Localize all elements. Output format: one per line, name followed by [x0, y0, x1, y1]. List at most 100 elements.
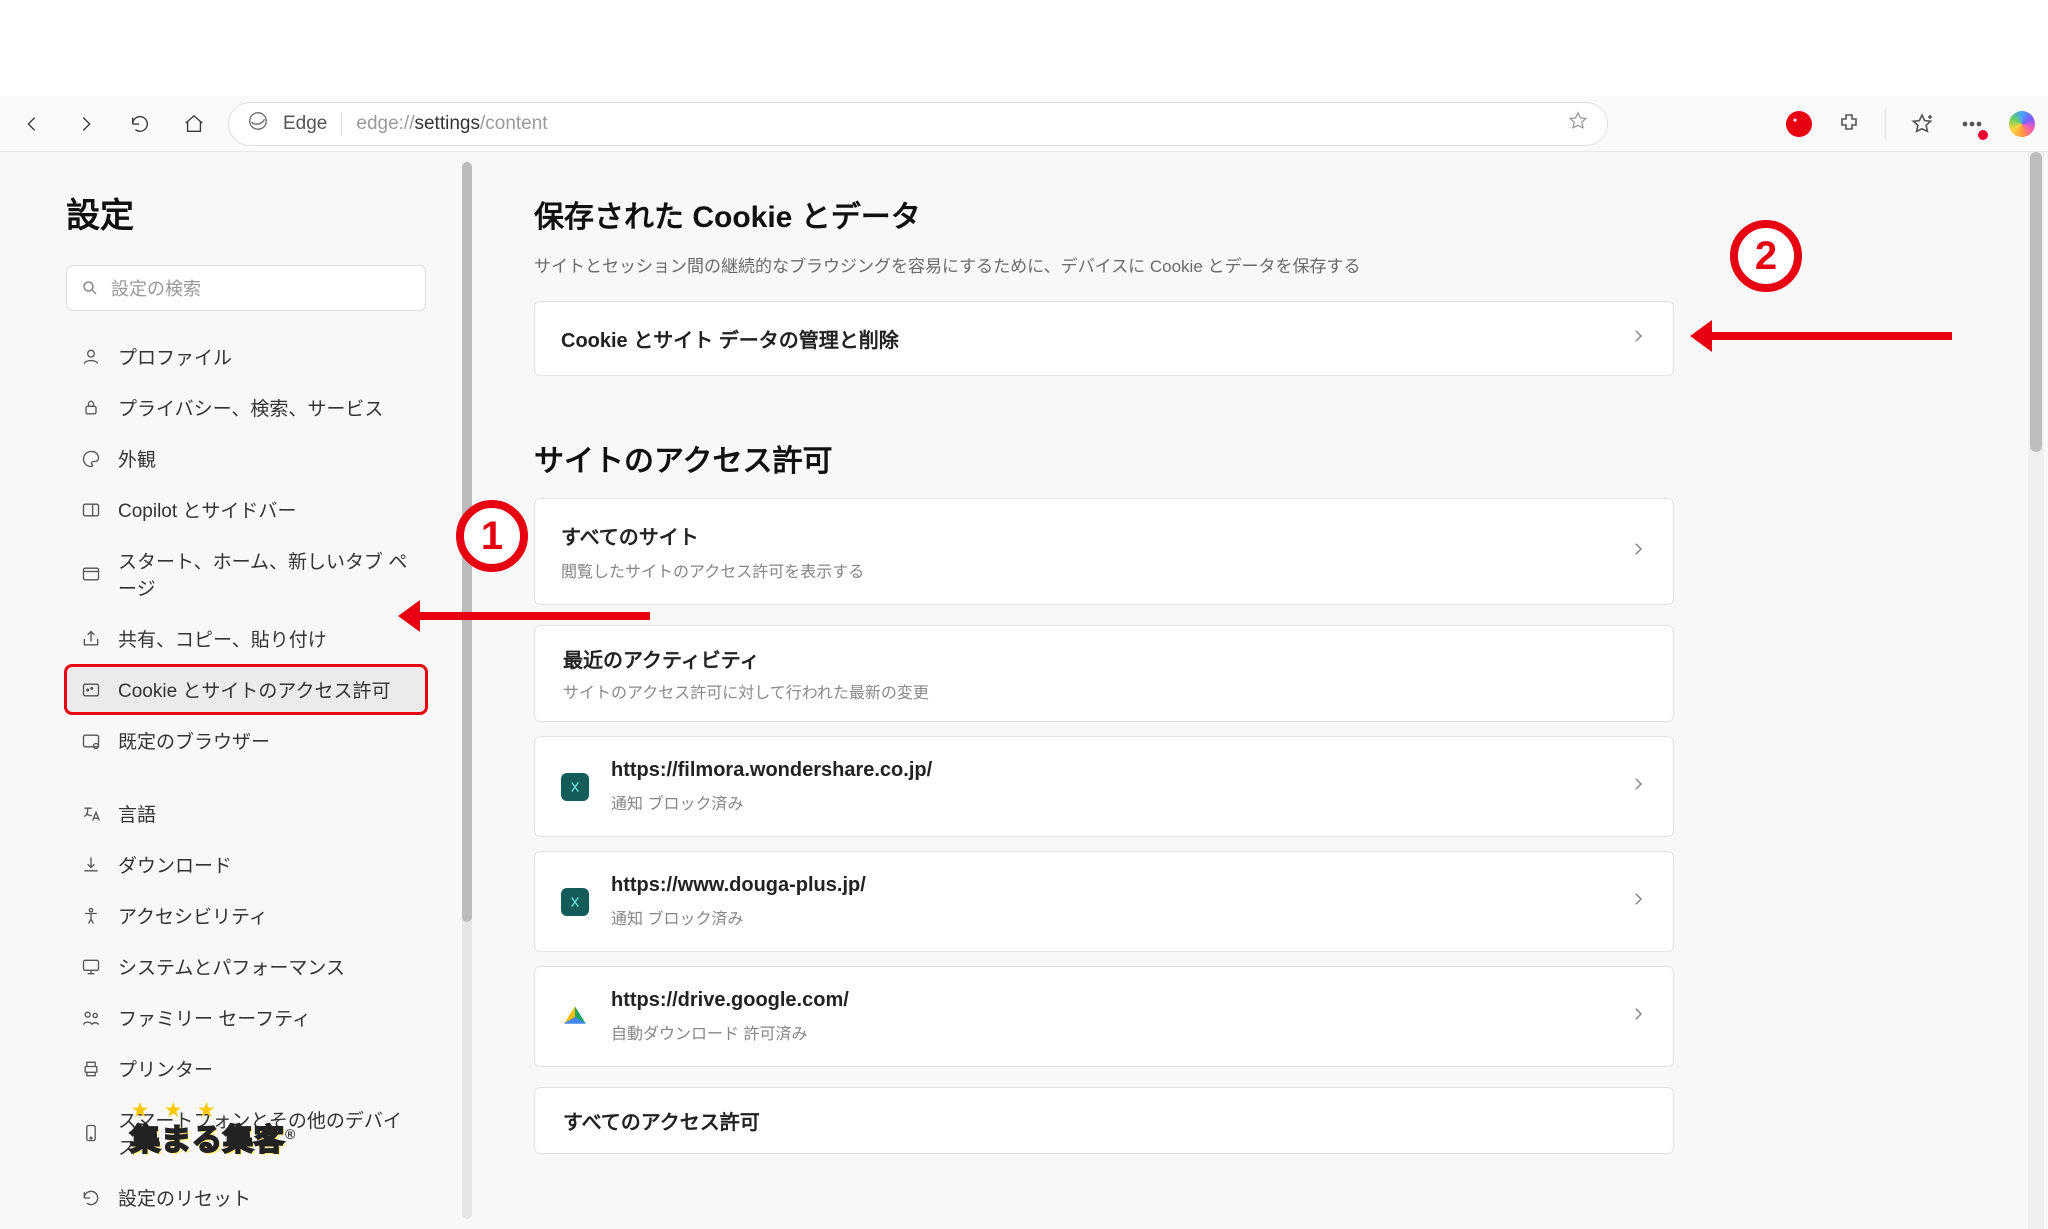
system-icon [80, 956, 102, 978]
palette-icon [80, 448, 102, 470]
sidebar-item-copilot[interactable]: Copilot とサイドバー [66, 486, 426, 533]
watermark-logo: ★ ★ ★ 集まる集客® [130, 1105, 295, 1159]
reload-button[interactable] [120, 104, 160, 144]
gdrive-favicon-icon [561, 1003, 589, 1031]
chevron-right-icon [1629, 775, 1647, 798]
page-scrollbar[interactable] [2028, 152, 2044, 1229]
cookie-icon [80, 679, 102, 701]
browser-label: Edge [283, 113, 327, 135]
toolbar-right [1785, 110, 2036, 138]
sidebar-item-downloads[interactable]: ダウンロード [66, 841, 426, 888]
site-favicon-icon [561, 773, 589, 801]
sidebar-item-cookies[interactable]: Cookie とサイトのアクセス許可 [66, 666, 426, 713]
sidebar-item-label: Copilot とサイドバー [118, 496, 296, 523]
sidebar-item-label: ファミリー セーフティ [118, 1004, 311, 1031]
sidebar-item-profile[interactable]: プロファイル [66, 333, 426, 380]
search-icon [81, 279, 99, 297]
home-button[interactable] [174, 104, 214, 144]
manage-cookies-row[interactable]: Cookie とサイト データの管理と削除 [534, 301, 1674, 376]
edge-logo-icon [247, 110, 269, 138]
sidebar-item-label: 外観 [118, 445, 156, 472]
sidebar-item-label: Cookie とサイトのアクセス許可 [118, 676, 390, 703]
favorite-star-icon[interactable] [1567, 110, 1589, 138]
settings-page: 設定 設定の検索 プロファイル プライバシー、検索、サービス 外観 Copilo… [0, 152, 2048, 1229]
all-permissions-header: すべてのアクセス許可 [534, 1087, 1674, 1154]
phone-icon [80, 1122, 102, 1144]
sidebar-icon [80, 499, 102, 521]
sidebar-item-accessibility[interactable]: アクセシビリティ [66, 892, 426, 939]
chevron-right-icon [1629, 540, 1647, 563]
sidebar-item-label: プロファイル [118, 343, 232, 370]
site-url: https://www.douga-plus.jp/ [611, 874, 866, 897]
sidebar-item-label: アクセシビリティ [118, 902, 268, 929]
settings-heading: 設定 [66, 188, 434, 237]
site-url: https://filmora.wondershare.co.jp/ [611, 759, 932, 782]
recent-activity-desc: サイトのアクセス許可に対して行われた最新の変更 [535, 679, 1673, 721]
recent-activity-title: 最近のアクティビティ [535, 626, 1673, 679]
sidebar-item-label: 共有、コピー、貼り付け [118, 625, 327, 652]
annotation-arrow-2 [1712, 332, 1952, 340]
copilot-icon[interactable] [2008, 110, 2036, 138]
permissions-section-title: サイトのアクセス許可 [534, 436, 1998, 480]
extension-trend-icon[interactable] [1785, 110, 1813, 138]
chevron-right-icon [1629, 890, 1647, 913]
sidebar-item-appearance[interactable]: 外観 [66, 435, 426, 482]
forward-button[interactable] [66, 104, 106, 144]
sidebar-nav-list: プロファイル プライバシー、検索、サービス 外観 Copilot とサイドバー … [66, 333, 434, 1221]
all-permissions-title: すべてのアクセス許可 [535, 1088, 1673, 1153]
sidebar-item-system[interactable]: システムとパフォーマンス [66, 943, 426, 990]
sidebar-item-language[interactable]: 言語 [66, 790, 426, 837]
window-top-blank [0, 0, 2048, 96]
sidebar-item-share[interactable]: 共有、コピー、貼り付け [66, 615, 426, 662]
back-button[interactable] [12, 104, 52, 144]
sidebar-item-family[interactable]: ファミリー セーフティ [66, 994, 426, 1041]
site-status: 通知 ブロック済み [611, 905, 866, 929]
annotation-badge-1: 1 [456, 500, 528, 572]
url-text: edge://settings/content [356, 113, 547, 135]
favorites-icon[interactable] [1908, 110, 1936, 138]
sidebar-scrollbar[interactable] [460, 152, 474, 1229]
manage-cookies-label: Cookie とサイト データの管理と削除 [561, 324, 899, 353]
sidebar-item-label: 既定のブラウザー [118, 727, 270, 754]
toolbar-separator [1885, 110, 1886, 138]
chevron-right-icon [1629, 327, 1647, 350]
extensions-icon[interactable] [1835, 110, 1863, 138]
sidebar-item-label: プリンター [118, 1055, 213, 1082]
language-icon [80, 803, 102, 825]
settings-main: 保存された Cookie とデータ サイトとセッション間の継続的なブラウジングを… [474, 152, 2048, 1229]
search-placeholder: 設定の検索 [111, 275, 201, 301]
sidebar-item-start[interactable]: スタート、ホーム、新しいタブ ページ [66, 537, 426, 611]
site-url: https://drive.google.com/ [611, 989, 849, 1012]
sidebar-item-default-browser[interactable]: 既定のブラウザー [66, 717, 426, 764]
all-sites-desc: 閲覧したサイトのアクセス許可を表示する [561, 558, 864, 582]
settings-sidebar: 設定 設定の検索 プロファイル プライバシー、検索、サービス 外観 Copilo… [0, 152, 460, 1229]
site-status: 自動ダウンロード 許可済み [611, 1020, 849, 1044]
sidebar-gap [66, 768, 434, 786]
share-icon [80, 628, 102, 650]
address-bar[interactable]: Edge edge://settings/content [228, 102, 1608, 146]
recent-site-row[interactable]: https://www.douga-plus.jp/ 通知 ブロック済み [534, 851, 1674, 952]
recent-activity-header: 最近のアクティビティ サイトのアクセス許可に対して行われた最新の変更 [534, 625, 1674, 722]
sidebar-item-privacy[interactable]: プライバシー、検索、サービス [66, 384, 426, 431]
printer-icon [80, 1058, 102, 1080]
all-sites-label: すべてのサイト [561, 521, 864, 550]
accessibility-icon [80, 905, 102, 927]
browser-icon [80, 730, 102, 752]
sidebar-item-reset[interactable]: 設定のリセット [66, 1174, 426, 1221]
sidebar-item-label: スタート、ホーム、新しいタブ ページ [118, 547, 412, 601]
site-favicon-icon [561, 888, 589, 916]
sidebar-item-printer[interactable]: プリンター [66, 1045, 426, 1092]
chevron-right-icon [1629, 1005, 1647, 1028]
more-menu-icon[interactable] [1958, 110, 1986, 138]
site-status: 通知 ブロック済み [611, 790, 932, 814]
download-icon [80, 854, 102, 876]
annotation-badge-2: 2 [1730, 220, 1802, 292]
recent-site-row[interactable]: https://drive.google.com/ 自動ダウンロード 許可済み [534, 966, 1674, 1067]
browser-toolbar: Edge edge://settings/content [0, 96, 2048, 152]
all-sites-row[interactable]: すべてのサイト 閲覧したサイトのアクセス許可を表示する [534, 498, 1674, 605]
family-icon [80, 1007, 102, 1029]
sidebar-item-label: 設定のリセット [118, 1184, 251, 1211]
recent-site-row[interactable]: https://filmora.wondershare.co.jp/ 通知 ブロ… [534, 736, 1674, 837]
sidebar-item-label: ダウンロード [118, 851, 232, 878]
settings-search-input[interactable]: 設定の検索 [66, 265, 426, 311]
